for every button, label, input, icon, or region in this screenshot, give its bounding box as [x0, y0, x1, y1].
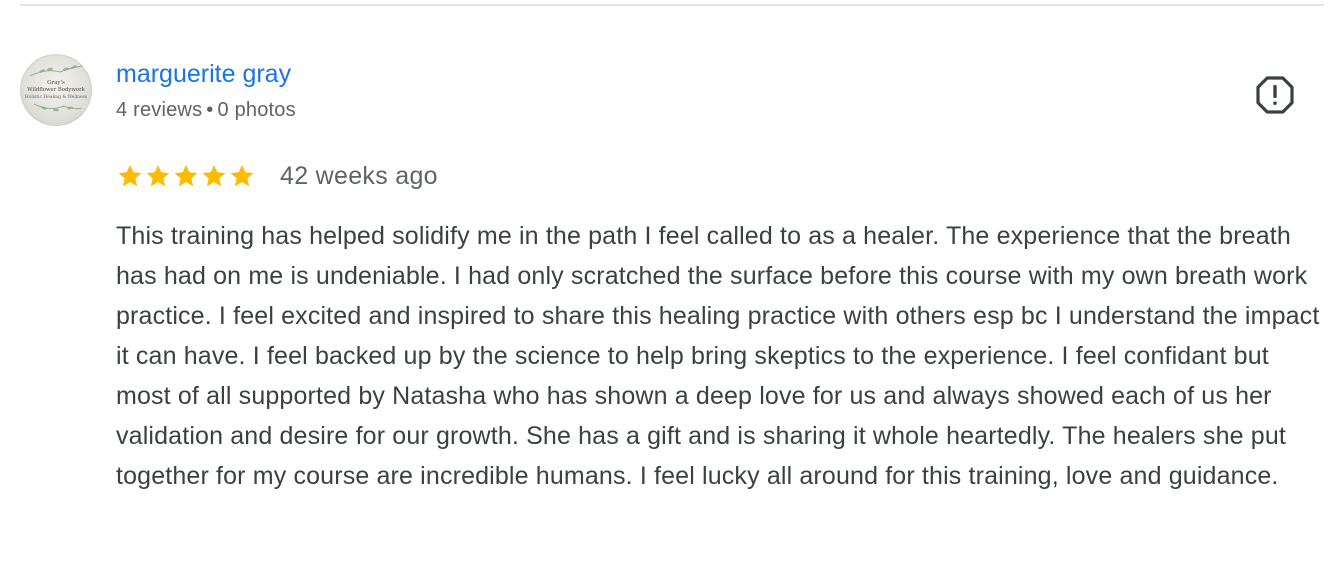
svg-text:Wildflower Bodywork: Wildflower Bodywork — [27, 87, 85, 93]
top-divider — [20, 4, 1324, 6]
avatar[interactable]: Gray's Wildflower Bodywork Holistic Heal… — [20, 54, 92, 126]
star-icon — [174, 165, 198, 187]
star-icon — [146, 165, 170, 187]
report-review-button[interactable] — [1254, 74, 1296, 116]
star-icon — [230, 165, 254, 187]
svg-text:Gray's: Gray's — [47, 80, 65, 86]
star-icon — [202, 165, 226, 187]
report-flag-icon — [1256, 76, 1294, 114]
author-name-link[interactable]: marguerite gray — [116, 58, 291, 90]
star-icon — [118, 165, 142, 187]
star-rating — [116, 158, 256, 194]
review-text: This training has helped solidify me in … — [116, 222, 1320, 490]
wildflower-logo-icon: Gray's Wildflower Bodywork Holistic Heal… — [25, 65, 88, 112]
photos-count: 0 photos — [217, 99, 296, 121]
rating-row: 42 weeks ago — [116, 158, 438, 194]
review-date: 42 weeks ago — [280, 162, 438, 190]
reviews-count: 4 reviews — [116, 99, 203, 121]
svg-text:Holistic Healing & Wellness: Holistic Healing & Wellness — [25, 95, 88, 100]
meta-separator: • — [206, 99, 214, 121]
author-meta: 4 reviews • 0 photos — [116, 96, 296, 124]
